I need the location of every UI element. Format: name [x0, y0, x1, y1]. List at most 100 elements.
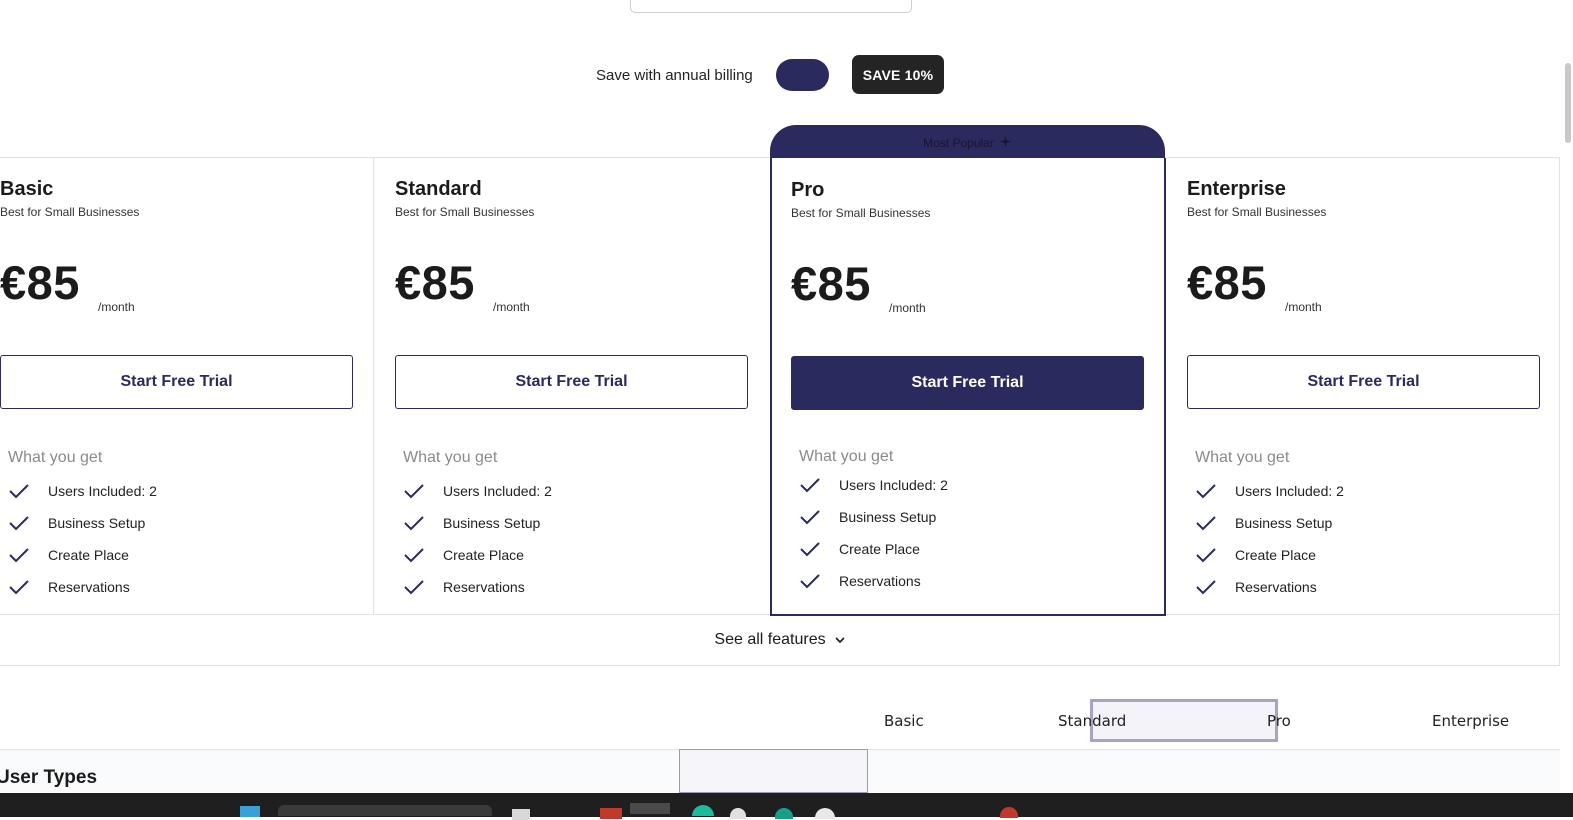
vertical-scrollbar[interactable]: [1565, 63, 1571, 143]
plan-card-basic: Basic Best for Small Businesses €85 /mon…: [0, 157, 395, 614]
plan-price: €85: [395, 256, 475, 309]
feature-item: Business Setup: [799, 501, 948, 533]
feature-label: Users Included: 2: [443, 483, 552, 499]
feature-label: Reservations: [1235, 579, 1317, 595]
feature-item: Create Place: [8, 539, 157, 571]
price-period: /month: [98, 300, 135, 314]
feature-label: Reservations: [839, 573, 921, 589]
check-icon: [1195, 577, 1219, 597]
price-period: /month: [493, 300, 530, 314]
see-all-features-label: See all features: [714, 631, 826, 648]
feature-item: Create Place: [403, 539, 552, 571]
feature-item: Users Included: 2: [1195, 475, 1344, 507]
feature-label: Users Included: 2: [1235, 483, 1344, 499]
most-popular-label: Most Popular: [923, 136, 994, 150]
start-trial-button-enterprise[interactable]: Start Free Trial: [1187, 355, 1540, 409]
feature-label: Users Included: 2: [839, 477, 948, 493]
plan-card-pro: Pro Best for Small Businesses €85 /month…: [791, 158, 1186, 615]
check-icon: [403, 545, 427, 565]
feature-label: Create Place: [443, 547, 524, 563]
plan-subtitle: Best for Small Businesses: [395, 205, 535, 219]
billing-toggle-row: Save with annual billing SAVE 10%: [0, 55, 1573, 95]
feature-list: Users Included: 2 Business Setup Create …: [1195, 475, 1344, 603]
feature-label: Business Setup: [839, 509, 937, 525]
plan-subtitle: Best for Small Businesses: [0, 205, 140, 219]
app-icon[interactable]: [692, 805, 714, 816]
features-heading: What you get: [8, 449, 103, 466]
compare-column-standard: Standard: [1058, 712, 1127, 730]
compare-column-enterprise: Enterprise: [1432, 712, 1510, 730]
feature-item: Users Included: 2: [799, 469, 948, 501]
feature-list: Users Included: 2 Business Setup Create …: [8, 475, 157, 603]
file-explorer-icon[interactable]: [512, 809, 530, 820]
feature-item: Create Place: [1195, 539, 1344, 571]
plan-price: €85: [791, 257, 871, 310]
app-icon[interactable]: [1000, 807, 1018, 818]
app-icon[interactable]: [630, 803, 670, 814]
feature-label: Reservations: [443, 579, 525, 595]
feature-label: Create Place: [1235, 547, 1316, 563]
feature-label: Business Setup: [1235, 515, 1333, 531]
compare-column-pro: Pro: [1267, 712, 1291, 730]
plan-price: €85: [1187, 256, 1267, 309]
features-heading: What you get: [799, 448, 894, 465]
browser-icon[interactable]: [730, 808, 746, 819]
check-icon: [8, 481, 32, 501]
check-icon: [403, 577, 427, 597]
check-icon: [799, 507, 823, 527]
feature-item: Reservations: [799, 565, 948, 597]
feature-item: Create Place: [799, 533, 948, 565]
features-heading: What you get: [403, 449, 498, 466]
feature-label: Business Setup: [48, 515, 146, 531]
app-icon[interactable]: [815, 808, 835, 819]
see-all-features-button[interactable]: See all features: [0, 615, 1560, 665]
check-icon: [8, 577, 32, 597]
feature-label: Reservations: [48, 579, 130, 595]
browser-icon[interactable]: [775, 808, 793, 819]
check-icon: [403, 513, 427, 533]
compare-column-basic: Basic: [884, 712, 924, 730]
feature-label: Create Place: [48, 547, 129, 563]
check-icon: [8, 545, 32, 565]
plan-subtitle: Best for Small Businesses: [1187, 205, 1327, 219]
check-icon: [799, 571, 823, 591]
plan-name: Enterprise: [1187, 178, 1286, 200]
check-icon: [1195, 513, 1219, 533]
plan-subtitle: Best for Small Businesses: [791, 206, 931, 220]
os-taskbar: [0, 793, 1573, 820]
start-trial-button-standard[interactable]: Start Free Trial: [395, 355, 748, 409]
section-title-user-types: User Types: [0, 767, 98, 788]
plan-price: €85: [0, 256, 80, 309]
start-icon[interactable]: [240, 806, 260, 817]
feature-item: Reservations: [1195, 571, 1344, 603]
plan-card-enterprise: Enterprise Best for Small Businesses €85…: [1187, 157, 1573, 614]
check-icon: [799, 475, 823, 495]
annual-billing-label: Save with annual billing: [596, 67, 753, 84]
plan-name: Basic: [0, 178, 54, 200]
selected-cell-outline[interactable]: [679, 749, 868, 793]
plan-name: Pro: [791, 179, 825, 201]
check-icon: [1195, 545, 1219, 565]
feature-label: Create Place: [839, 541, 920, 557]
price-period: /month: [889, 301, 926, 315]
most-popular-tab: Most Popular: [770, 125, 1165, 161]
check-icon: [8, 513, 32, 533]
top-input-field[interactable]: [630, 0, 912, 13]
taskbar-search-box[interactable]: [278, 805, 492, 816]
feature-list: Users Included: 2 Business Setup Create …: [403, 475, 552, 603]
start-trial-button-basic[interactable]: Start Free Trial: [0, 355, 353, 409]
check-icon: [1195, 481, 1219, 501]
feature-item: Users Included: 2: [403, 475, 552, 507]
feature-item: Business Setup: [8, 507, 157, 539]
start-trial-button-pro[interactable]: Start Free Trial: [791, 356, 1144, 410]
feature-label: Business Setup: [443, 515, 541, 531]
features-heading: What you get: [1195, 449, 1290, 466]
plan-card-standard: Standard Best for Small Businesses €85 /…: [395, 157, 790, 614]
sparkle-icon: [999, 135, 1012, 151]
app-icon[interactable]: [600, 808, 622, 819]
save-badge: SAVE 10%: [852, 55, 944, 94]
check-icon: [403, 481, 427, 501]
annual-billing-toggle[interactable]: [776, 59, 829, 91]
check-icon: [799, 539, 823, 559]
feature-item: Business Setup: [1195, 507, 1344, 539]
